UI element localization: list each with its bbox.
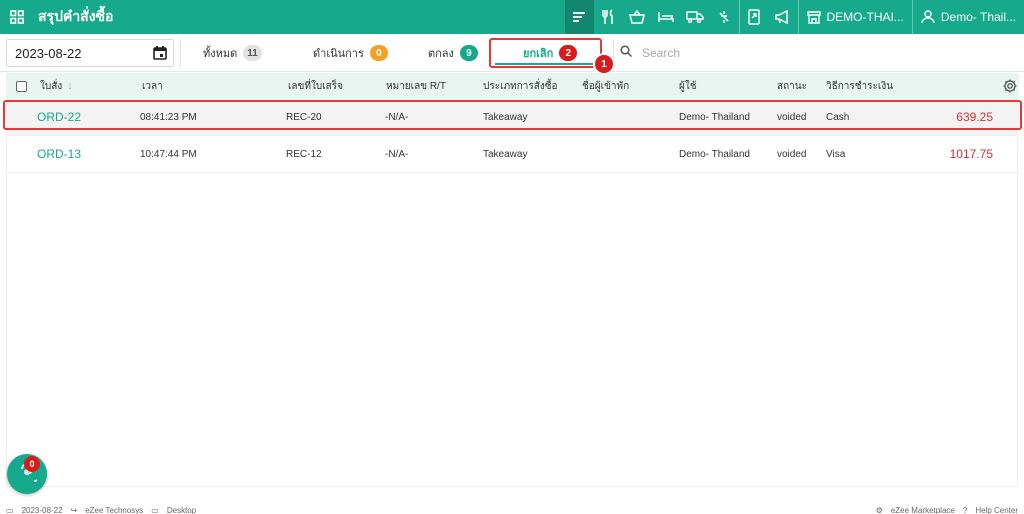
help-icon: ?: [962, 506, 968, 514]
basket-button[interactable]: [623, 0, 652, 34]
order-link[interactable]: ORD-13: [37, 135, 81, 173]
select-all-checkbox[interactable]: [16, 73, 27, 99]
count-badge: 0: [369, 45, 388, 61]
status-cell: voided: [777, 148, 807, 160]
tab-in-progress[interactable]: ดำเนินการ 0: [313, 39, 388, 67]
tab-all[interactable]: ทั้งหมด 11: [203, 39, 262, 67]
header-status: สถานะ: [777, 80, 807, 92]
fab-count-badge: 0: [24, 456, 40, 472]
tab-confirmed[interactable]: ตกลง 9: [428, 39, 478, 67]
desktop-icon: ▭: [151, 506, 159, 514]
fork-knife-icon: [602, 9, 613, 24]
footer-help[interactable]: Help Center: [975, 506, 1018, 514]
header-order-type: ประเภทการสั่งซื้อ: [483, 80, 558, 92]
filter-list-button[interactable]: [564, 0, 594, 34]
marketplace-icon: ⚙: [875, 506, 883, 514]
no-charge-button[interactable]: [710, 0, 739, 34]
apps-grid-icon[interactable]: [0, 0, 34, 34]
column-settings-gear-icon[interactable]: [1003, 73, 1017, 99]
footer-date: 2023-08-22: [21, 506, 63, 514]
highlight-box-tab: [489, 38, 602, 68]
highlight-box-row: [3, 100, 1022, 130]
footer-marketplace[interactable]: eZee Marketplace: [891, 506, 955, 514]
step-marker: 1: [595, 55, 613, 73]
orders-table: ใบสั่ง ↓ เวลา เลขที่ใบเสร็จ หมายเลข R/T …: [6, 73, 1019, 487]
room-service-button[interactable]: [652, 0, 681, 34]
user-icon: [921, 10, 935, 24]
payment-cell: Visa: [826, 148, 846, 160]
table-header: ใบสั่ง ↓ เวลา เลขที่ใบเสร็จ หมายเลข R/T …: [7, 73, 1019, 99]
page-title: สรุปคำสั่งซื้อ: [38, 8, 114, 24]
time-cell: 10:47:44 PM: [140, 148, 197, 160]
header-guest-name: ชื่อผู้เข้าพัก: [582, 80, 630, 92]
outlet-label: DEMO-THAI...: [826, 10, 904, 24]
top-bar: สรุปคำสั่งซื้อ DEMO-THAI... Demo- Thail.…: [0, 0, 1024, 34]
mobile-share-icon: [748, 9, 760, 25]
footer-company: eZee Technosys: [85, 506, 144, 514]
user-label: Demo- Thail...: [940, 10, 1016, 24]
header-order[interactable]: ใบสั่ง ↓: [40, 73, 73, 99]
count-badge: 9: [459, 45, 478, 61]
mobile-share-button[interactable]: [740, 0, 769, 34]
tab-label: ตกลง: [428, 48, 454, 60]
search-box[interactable]: [613, 39, 1018, 67]
receipt-cell: REC-12: [286, 148, 322, 160]
basket-icon: [629, 10, 645, 24]
delivery-button[interactable]: [681, 0, 710, 34]
sort-arrow-down-icon: ↓: [67, 80, 73, 92]
count-badge: 11: [243, 45, 262, 61]
order-type-cell: Takeaway: [483, 148, 528, 160]
table-row[interactable]: ORD-13 10:47:44 PM REC-12 -N/A- Takeaway…: [7, 135, 1019, 173]
megaphone-icon: [775, 10, 788, 24]
footer-mode: Desktop: [166, 506, 197, 514]
truck-icon: [686, 11, 704, 23]
amount-cell: 1017.75: [949, 147, 993, 161]
header-receipt: เลขที่ใบเสร็จ: [288, 80, 343, 92]
header-time: เวลา: [142, 80, 163, 92]
no-tag-icon: [719, 11, 729, 23]
bed-icon: [658, 12, 674, 22]
date-picker[interactable]: 2023-08-22: [6, 39, 174, 67]
header-payment-method: วิธีการชำระเงิน: [826, 80, 894, 92]
tab-label: ดำเนินการ: [313, 48, 364, 60]
calendar-small-icon: ▭: [6, 506, 14, 514]
search-input[interactable]: [642, 46, 942, 60]
header-label: ใบสั่ง: [40, 80, 63, 92]
rt-cell: -N/A-: [385, 148, 409, 160]
date-value: 2023-08-22: [15, 45, 82, 61]
outlet-selector[interactable]: DEMO-THAI...: [799, 0, 912, 34]
user-menu[interactable]: Demo- Thail...: [913, 0, 1024, 34]
calendar-icon[interactable]: [153, 46, 167, 63]
status-footer: ▭ 2023-08-22 ↪ eZee Technosys ▭ Desktop …: [0, 504, 1024, 514]
announcement-button[interactable]: [769, 0, 798, 34]
user-cell: Demo- Thailand: [679, 148, 750, 160]
header-user: ผู้ใช้: [679, 80, 697, 92]
dine-in-button[interactable]: [594, 0, 623, 34]
tab-label: ทั้งหมด: [203, 48, 238, 60]
store-icon: [806, 11, 821, 24]
company-icon: ↪: [70, 506, 78, 514]
header-rt-number: หมายเลข R/T: [386, 80, 446, 92]
filter-list-icon: [573, 12, 586, 22]
search-icon: [620, 44, 633, 62]
